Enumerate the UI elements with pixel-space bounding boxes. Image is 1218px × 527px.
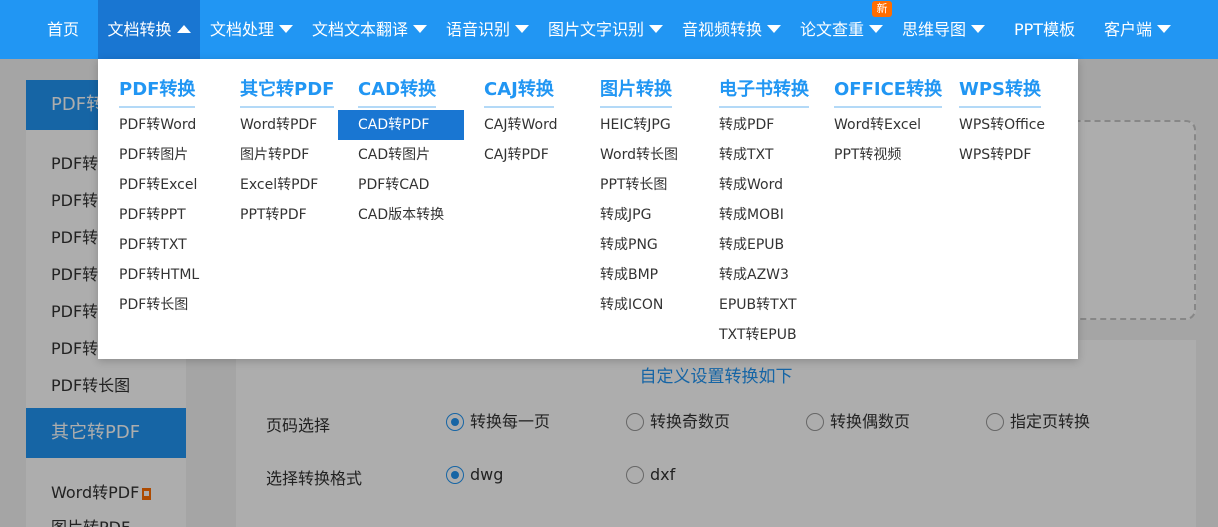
nav-doc-processing[interactable]: 文档处理	[210, 0, 294, 59]
dropdown-column-title: 图片转换	[600, 75, 672, 108]
dropdown-item[interactable]: 转成AZW3	[719, 260, 789, 290]
nav-av-conversion[interactable]: 音视频转换	[682, 0, 782, 59]
nav-label: 文档文本翻译	[312, 20, 409, 39]
dropdown-column-title: CAD转换	[358, 75, 437, 108]
nav-doc-conversion[interactable]: 文档转换	[98, 0, 200, 59]
nav-home[interactable]: 首页	[28, 0, 98, 59]
nav-doc-translation[interactable]: 文档文本翻译	[312, 0, 428, 59]
dropdown-item[interactable]: PDF转PPT	[119, 200, 186, 230]
dropdown-item[interactable]: PDF转长图	[119, 290, 188, 320]
doc-conversion-dropdown: PDF转换 PDF转Word PDF转图片 PDF转Excel PDF转PPT …	[98, 59, 1078, 359]
dropdown-item[interactable]: 转成EPUB	[719, 230, 784, 260]
nav-mind-map[interactable]: 思维导图	[902, 0, 986, 59]
dropdown-item[interactable]: PPT转长图	[600, 170, 667, 200]
nav-label: 客户端	[1104, 20, 1153, 39]
dropdown-item[interactable]: EPUB转TXT	[719, 290, 797, 320]
dropdown-column-title: 其它转PDF	[240, 75, 335, 108]
nav-client[interactable]: 客户端	[1104, 0, 1172, 59]
dropdown-item[interactable]: 转成BMP	[600, 260, 658, 290]
nav-label: 音视频转换	[682, 20, 763, 39]
dropdown-item[interactable]: PDF转Excel	[119, 170, 197, 200]
dropdown-item[interactable]: CAJ转Word	[484, 110, 557, 140]
nav-label: 文档转换	[107, 20, 172, 39]
nav-label: 语音识别	[446, 20, 511, 39]
dropdown-item[interactable]: 转成JPG	[600, 200, 651, 230]
dropdown-item[interactable]: CAD版本转换	[358, 200, 444, 230]
dropdown-item[interactable]: 转成PDF	[719, 110, 774, 140]
dropdown-item[interactable]: CAD转图片	[358, 140, 430, 170]
nav-label: 思维导图	[902, 20, 967, 39]
dropdown-item[interactable]: Word转Excel	[834, 110, 921, 140]
caret-down-icon	[767, 24, 782, 33]
nav-label: 文档处理	[210, 20, 275, 39]
dropdown-item[interactable]: 转成MOBI	[719, 200, 784, 230]
dropdown-item[interactable]: PDF转图片	[119, 140, 188, 170]
dropdown-item[interactable]: PDF转HTML	[119, 260, 199, 290]
nav-speech-recognition[interactable]: 语音识别	[446, 0, 530, 59]
dropdown-item-selected[interactable]: CAD转PDF	[338, 110, 464, 140]
caret-down-icon	[869, 24, 884, 33]
dropdown-item[interactable]: PDF转Word	[119, 110, 196, 140]
caret-down-icon	[413, 24, 428, 33]
dropdown-item[interactable]: Word转PDF	[240, 110, 317, 140]
nav-ppt-templates[interactable]: PPT模板	[1014, 0, 1075, 59]
top-navigation: 首页 文档转换 文档处理 文档文本翻译 语音识别 图片文字识别 音视频转换 论文…	[0, 0, 1218, 59]
caret-down-icon	[1157, 24, 1172, 33]
nav-image-ocr[interactable]: 图片文字识别	[548, 0, 664, 59]
dropdown-item[interactable]: 转成Word	[719, 170, 783, 200]
dropdown-column-title: PDF转换	[119, 75, 196, 108]
caret-down-icon	[515, 24, 530, 33]
nav-label: 图片文字识别	[548, 20, 645, 39]
nav-label: 论文查重	[800, 20, 865, 39]
dropdown-item[interactable]: TXT转EPUB	[719, 320, 797, 350]
nav-plagiarism-check[interactable]: 论文查重	[800, 0, 884, 59]
dropdown-column-title: OFFICE转换	[834, 75, 943, 108]
dropdown-item[interactable]: HEIC转JPG	[600, 110, 671, 140]
dropdown-item[interactable]: WPS转Office	[959, 110, 1045, 140]
dropdown-column-title: CAJ转换	[484, 75, 554, 108]
dropdown-item[interactable]: PDF转TXT	[119, 230, 187, 260]
dropdown-item[interactable]: Word转长图	[600, 140, 678, 170]
dropdown-item[interactable]: CAJ转PDF	[484, 140, 549, 170]
dropdown-column-title: WPS转换	[959, 75, 1042, 108]
dropdown-item[interactable]: 转成TXT	[719, 140, 773, 170]
nav-label: 首页	[46, 20, 79, 39]
dropdown-item[interactable]: PPT转视频	[834, 140, 901, 170]
dropdown-item[interactable]: 转成PNG	[600, 230, 658, 260]
new-badge: 新	[872, 1, 892, 17]
caret-down-icon	[971, 24, 986, 33]
caret-up-icon	[176, 24, 191, 33]
dropdown-item[interactable]: WPS转PDF	[959, 140, 1031, 170]
dropdown-item[interactable]: 转成ICON	[600, 290, 663, 320]
caret-down-icon	[649, 24, 664, 33]
dropdown-item[interactable]: 图片转PDF	[240, 140, 309, 170]
nav-label: PPT模板	[1014, 20, 1076, 39]
caret-down-icon	[279, 24, 294, 33]
dropdown-item[interactable]: Excel转PDF	[240, 170, 318, 200]
dropdown-column-title: 电子书转换	[719, 75, 809, 108]
dropdown-item[interactable]: PPT转PDF	[240, 200, 307, 230]
dropdown-item[interactable]: PDF转CAD	[358, 170, 429, 200]
